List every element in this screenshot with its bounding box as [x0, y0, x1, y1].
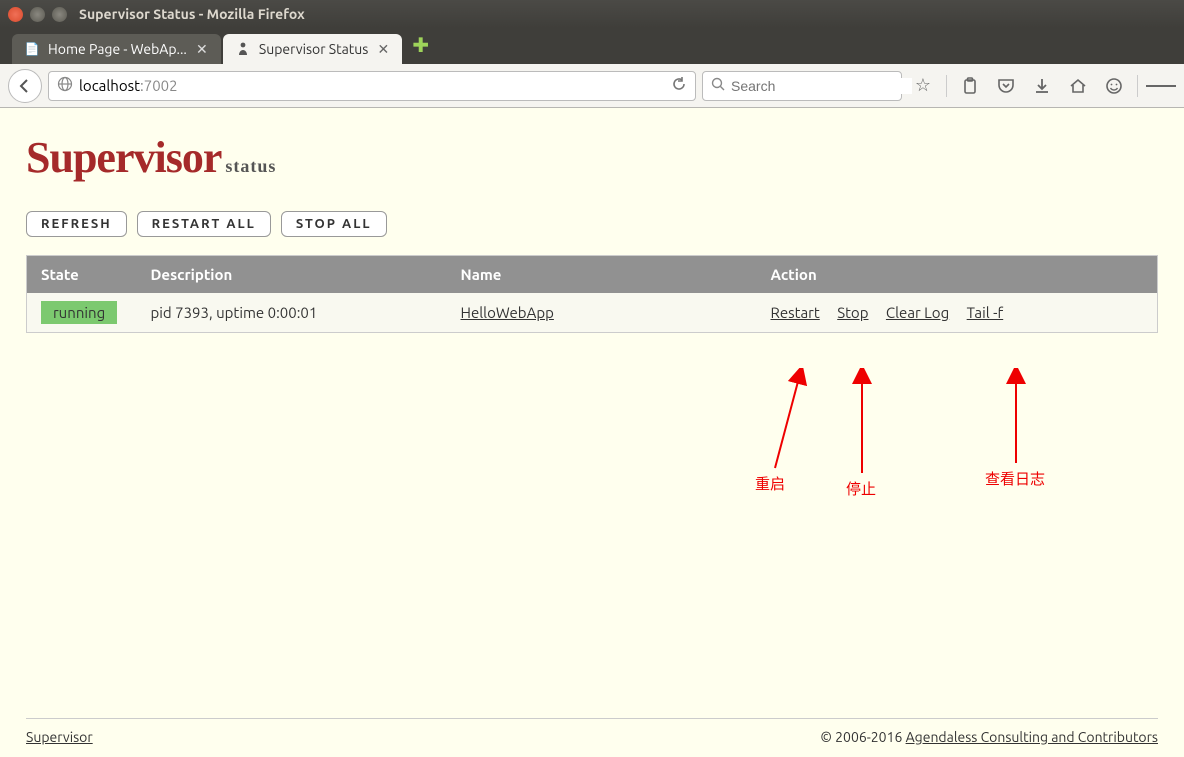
tab-label: Supervisor Status: [259, 41, 368, 57]
annotation-arrow-viewlog: [998, 368, 1038, 468]
downloads-icon[interactable]: [1027, 71, 1057, 101]
page-icon: 📄: [24, 41, 40, 57]
logo-sub: status: [225, 156, 276, 176]
nav-toolbar: localhost:7002 ☆: [0, 64, 1184, 108]
menu-button[interactable]: [1146, 71, 1176, 101]
new-tab-button[interactable]: ✚: [412, 33, 429, 59]
table-row: running pid 7393, uptime 0:00:01 HelloWe…: [27, 293, 1158, 333]
page-footer: Supervisor © 2006-2016 Agendaless Consul…: [26, 718, 1158, 757]
state-badge: running: [41, 301, 117, 324]
reload-icon[interactable]: [671, 76, 687, 95]
url-host: localhost: [79, 77, 140, 94]
cell-state: running: [27, 293, 137, 333]
search-icon: [711, 77, 725, 94]
url-bar[interactable]: localhost:7002: [48, 71, 696, 101]
supervisor-logo: Supervisorstatus: [26, 132, 1158, 183]
close-icon[interactable]: ✕: [195, 42, 209, 56]
tab-supervisor[interactable]: Supervisor Status ✕: [223, 34, 402, 64]
col-action: Action: [757, 256, 1158, 294]
process-table: State Description Name Action running pi…: [26, 255, 1158, 333]
url-input[interactable]: localhost:7002: [79, 77, 665, 94]
copyright-text: © 2006-2016: [820, 729, 905, 745]
divider: [946, 75, 947, 97]
smiley-icon[interactable]: [1099, 71, 1129, 101]
supervisor-icon: [235, 41, 251, 57]
process-name-link[interactable]: HelloWebApp: [461, 304, 554, 321]
bookmark-star-icon[interactable]: ☆: [908, 71, 938, 101]
clear-log-link[interactable]: Clear Log: [886, 304, 949, 321]
divider: [1137, 75, 1138, 97]
pocket-icon[interactable]: [991, 71, 1021, 101]
cell-description: pid 7393, uptime 0:00:01: [137, 293, 447, 333]
stop-all-button[interactable]: STOP ALL: [281, 211, 387, 237]
window-maximize-button[interactable]: [52, 7, 67, 22]
annotation-label-viewlog: 查看日志: [985, 468, 1045, 489]
annotation-label-restart: 重启: [755, 473, 785, 494]
home-icon[interactable]: [1063, 71, 1093, 101]
annotation-arrow-restart: [760, 368, 820, 478]
col-state: State: [27, 256, 137, 294]
clipboard-icon[interactable]: [955, 71, 985, 101]
col-description: Description: [137, 256, 447, 294]
window-title: Supervisor Status - Mozilla Firefox: [79, 6, 305, 22]
window-minimize-button[interactable]: [30, 7, 45, 22]
tab-label: Home Page - WebAp...: [48, 41, 187, 57]
close-icon[interactable]: ✕: [376, 42, 390, 56]
tail-f-link[interactable]: Tail -f: [967, 304, 1004, 321]
tab-strip: 📄 Home Page - WebAp... ✕ Supervisor Stat…: [0, 28, 1184, 64]
window-controls: [8, 7, 67, 22]
window-titlebar: Supervisor Status - Mozilla Firefox: [0, 0, 1184, 28]
back-button[interactable]: [8, 69, 42, 103]
logo-main: Supervisor: [26, 133, 221, 182]
restart-link[interactable]: Restart: [771, 304, 820, 321]
globe-icon: [57, 76, 73, 95]
footer-copyright: © 2006-2016 Agendaless Consulting and Co…: [820, 729, 1158, 745]
cell-actions: Restart Stop Clear Log Tail -f: [757, 293, 1158, 333]
footer-agendaless-link[interactable]: Agendaless Consulting and Contributors: [906, 729, 1158, 745]
table-header-row: State Description Name Action: [27, 256, 1158, 294]
page-content: Supervisorstatus REFRESH RESTART ALL STO…: [0, 108, 1184, 757]
refresh-button[interactable]: REFRESH: [26, 211, 127, 237]
search-bar[interactable]: [702, 71, 902, 101]
tab-homepage[interactable]: 📄 Home Page - WebAp... ✕: [12, 34, 221, 64]
window-close-button[interactable]: [8, 7, 23, 22]
stop-link[interactable]: Stop: [837, 304, 868, 321]
search-input[interactable]: [731, 78, 912, 94]
col-name: Name: [447, 256, 757, 294]
action-buttons: REFRESH RESTART ALL STOP ALL: [26, 211, 1158, 237]
annotation-label-stop: 停止: [846, 478, 876, 499]
footer-supervisor-link[interactable]: Supervisor: [26, 729, 93, 745]
cell-name: HelloWebApp: [447, 293, 757, 333]
url-port: :7002: [140, 77, 178, 94]
restart-all-button[interactable]: RESTART ALL: [137, 211, 271, 237]
annotation-arrow-stop: [842, 368, 882, 478]
